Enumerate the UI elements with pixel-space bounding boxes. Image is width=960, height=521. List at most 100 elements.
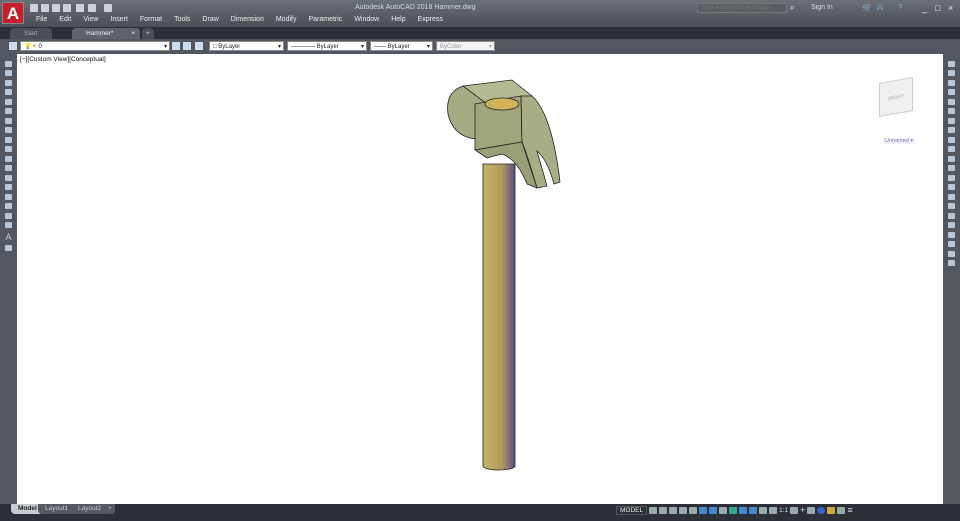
linetype-dropdown[interactable]: ———— ByLayer ▾ [287,41,367,51]
hatch-icon[interactable] [5,193,12,200]
region-icon[interactable] [5,212,12,219]
ellipse-arc-icon[interactable] [5,155,12,162]
cart-icon[interactable]: 🛒 [862,3,872,12]
close-icon[interactable]: × [948,3,953,13]
auto-scale-icon[interactable] [759,506,768,514]
tab-hammer[interactable]: Hammer* × [72,28,140,39]
point-icon[interactable] [5,184,12,190]
rectangle-icon[interactable] [5,98,12,105]
grid-icon[interactable] [649,506,658,514]
save-as-icon[interactable] [63,4,71,12]
ucs-menu[interactable]: Unnamed ▾ [883,138,916,144]
trim-icon[interactable] [948,146,955,152]
snap-icon[interactable] [659,506,668,514]
multiline-text-icon[interactable]: A [0,232,17,242]
plot-icon[interactable] [76,4,84,12]
menu-file[interactable]: File [30,16,53,23]
copy-icon[interactable] [948,70,955,76]
menu-insert[interactable]: Insert [104,16,134,23]
hardware-acceleration-icon[interactable] [827,506,836,514]
menu-format[interactable]: Format [134,16,168,23]
binoculars-icon[interactable]: ⌕ [790,3,794,13]
a360-icon[interactable]: ⁂ [876,3,884,12]
menu-tools[interactable]: Tools [168,16,196,23]
menu-modify[interactable]: Modify [270,16,303,23]
selection-cycling-icon[interactable] [739,506,748,514]
move-icon[interactable] [948,108,955,114]
make-block-icon[interactable] [5,174,12,181]
drawing-viewport[interactable]: [−][Custom View][Conceptual] RIGHT Unnam… [17,54,943,504]
ortho-icon[interactable] [669,506,678,514]
menu-draw[interactable]: Draw [196,16,224,23]
chamfer-icon[interactable] [948,184,955,190]
fillet-icon[interactable] [948,193,955,200]
extend-icon[interactable] [948,155,955,162]
annotation-visibility-icon[interactable] [749,506,758,514]
align-icon[interactable] [948,222,955,228]
maximize-icon[interactable]: □ [935,3,940,13]
object-snap-tracking-icon[interactable] [699,506,708,514]
arc-icon[interactable] [5,108,12,114]
spline-icon[interactable] [5,136,12,143]
color-dropdown[interactable]: □ ByLayer ▾ [209,41,284,51]
undo-icon[interactable] [88,4,96,12]
search-input[interactable] [697,3,787,13]
edit-polyline-icon[interactable] [948,241,955,247]
transparency-icon[interactable] [729,506,738,514]
clean-screen-icon[interactable] [837,506,846,514]
revcloud-icon[interactable] [5,127,12,133]
customization-menu-icon[interactable]: ≡ [847,505,852,515]
line-icon[interactable] [5,60,12,67]
units-icon[interactable] [807,506,816,514]
rotate-icon[interactable] [948,117,955,124]
isodraft-icon[interactable] [689,506,698,514]
new-tab-button[interactable]: + [142,28,154,39]
menu-window[interactable]: Window [348,16,385,23]
layer-properties-icon[interactable] [9,42,17,50]
sign-in-button[interactable]: Sign In [811,4,833,11]
menu-express[interactable]: Express [412,16,449,23]
annotation-scale-icon[interactable] [769,506,778,514]
menu-edit[interactable]: Edit [53,16,77,23]
insert-block-icon[interactable] [5,165,12,171]
offset-icon[interactable] [948,89,955,95]
polyline-icon[interactable] [5,79,12,86]
gradient-icon[interactable] [5,203,12,209]
previous-layer-icon[interactable] [195,42,203,50]
help-icon[interactable]: ? [898,3,902,12]
add-selected-icon[interactable] [5,245,12,251]
new-layout-button[interactable]: + [105,504,115,514]
annotation-monitor-icon[interactable]: + [800,505,805,515]
minimize-icon[interactable]: _ [922,3,927,13]
array-icon[interactable] [948,98,955,105]
save-icon[interactable] [52,4,60,12]
lengthen-icon[interactable] [948,231,955,238]
layer-dropdown[interactable]: 💡☀ 0 ▾ [20,41,170,51]
menu-parametric[interactable]: Parametric [302,16,348,23]
polar-icon[interactable] [679,506,688,514]
annotation-scale-value[interactable]: 1:1 [779,507,788,514]
draworder-icon[interactable] [948,212,955,219]
menu-view[interactable]: View [77,16,104,23]
tab-layout1[interactable]: Layout1 [38,504,76,514]
object-snap-icon[interactable] [709,506,718,514]
circle-icon[interactable] [5,117,12,124]
open-icon[interactable] [41,4,49,12]
blend-icon[interactable] [948,250,955,257]
mirror-icon[interactable] [948,79,955,86]
match-layer-icon[interactable] [183,42,191,50]
group-icon[interactable] [948,260,955,266]
polygon-icon[interactable] [5,89,12,95]
construction-line-icon[interactable] [5,70,12,76]
close-tab-icon[interactable]: × [131,28,135,39]
table-icon[interactable] [5,222,12,228]
viewcube[interactable]: RIGHT [879,77,913,117]
tab-start[interactable]: Start [10,28,52,39]
isolate-objects-icon[interactable] [817,506,826,514]
stretch-icon[interactable] [948,136,955,143]
lineweight-dropdown[interactable]: —— ByLayer ▾ [370,41,433,51]
menu-dimension[interactable]: Dimension [225,16,270,23]
lineweight-icon[interactable] [719,506,728,514]
redo-icon[interactable] [104,4,112,12]
scale-icon[interactable] [948,127,955,133]
